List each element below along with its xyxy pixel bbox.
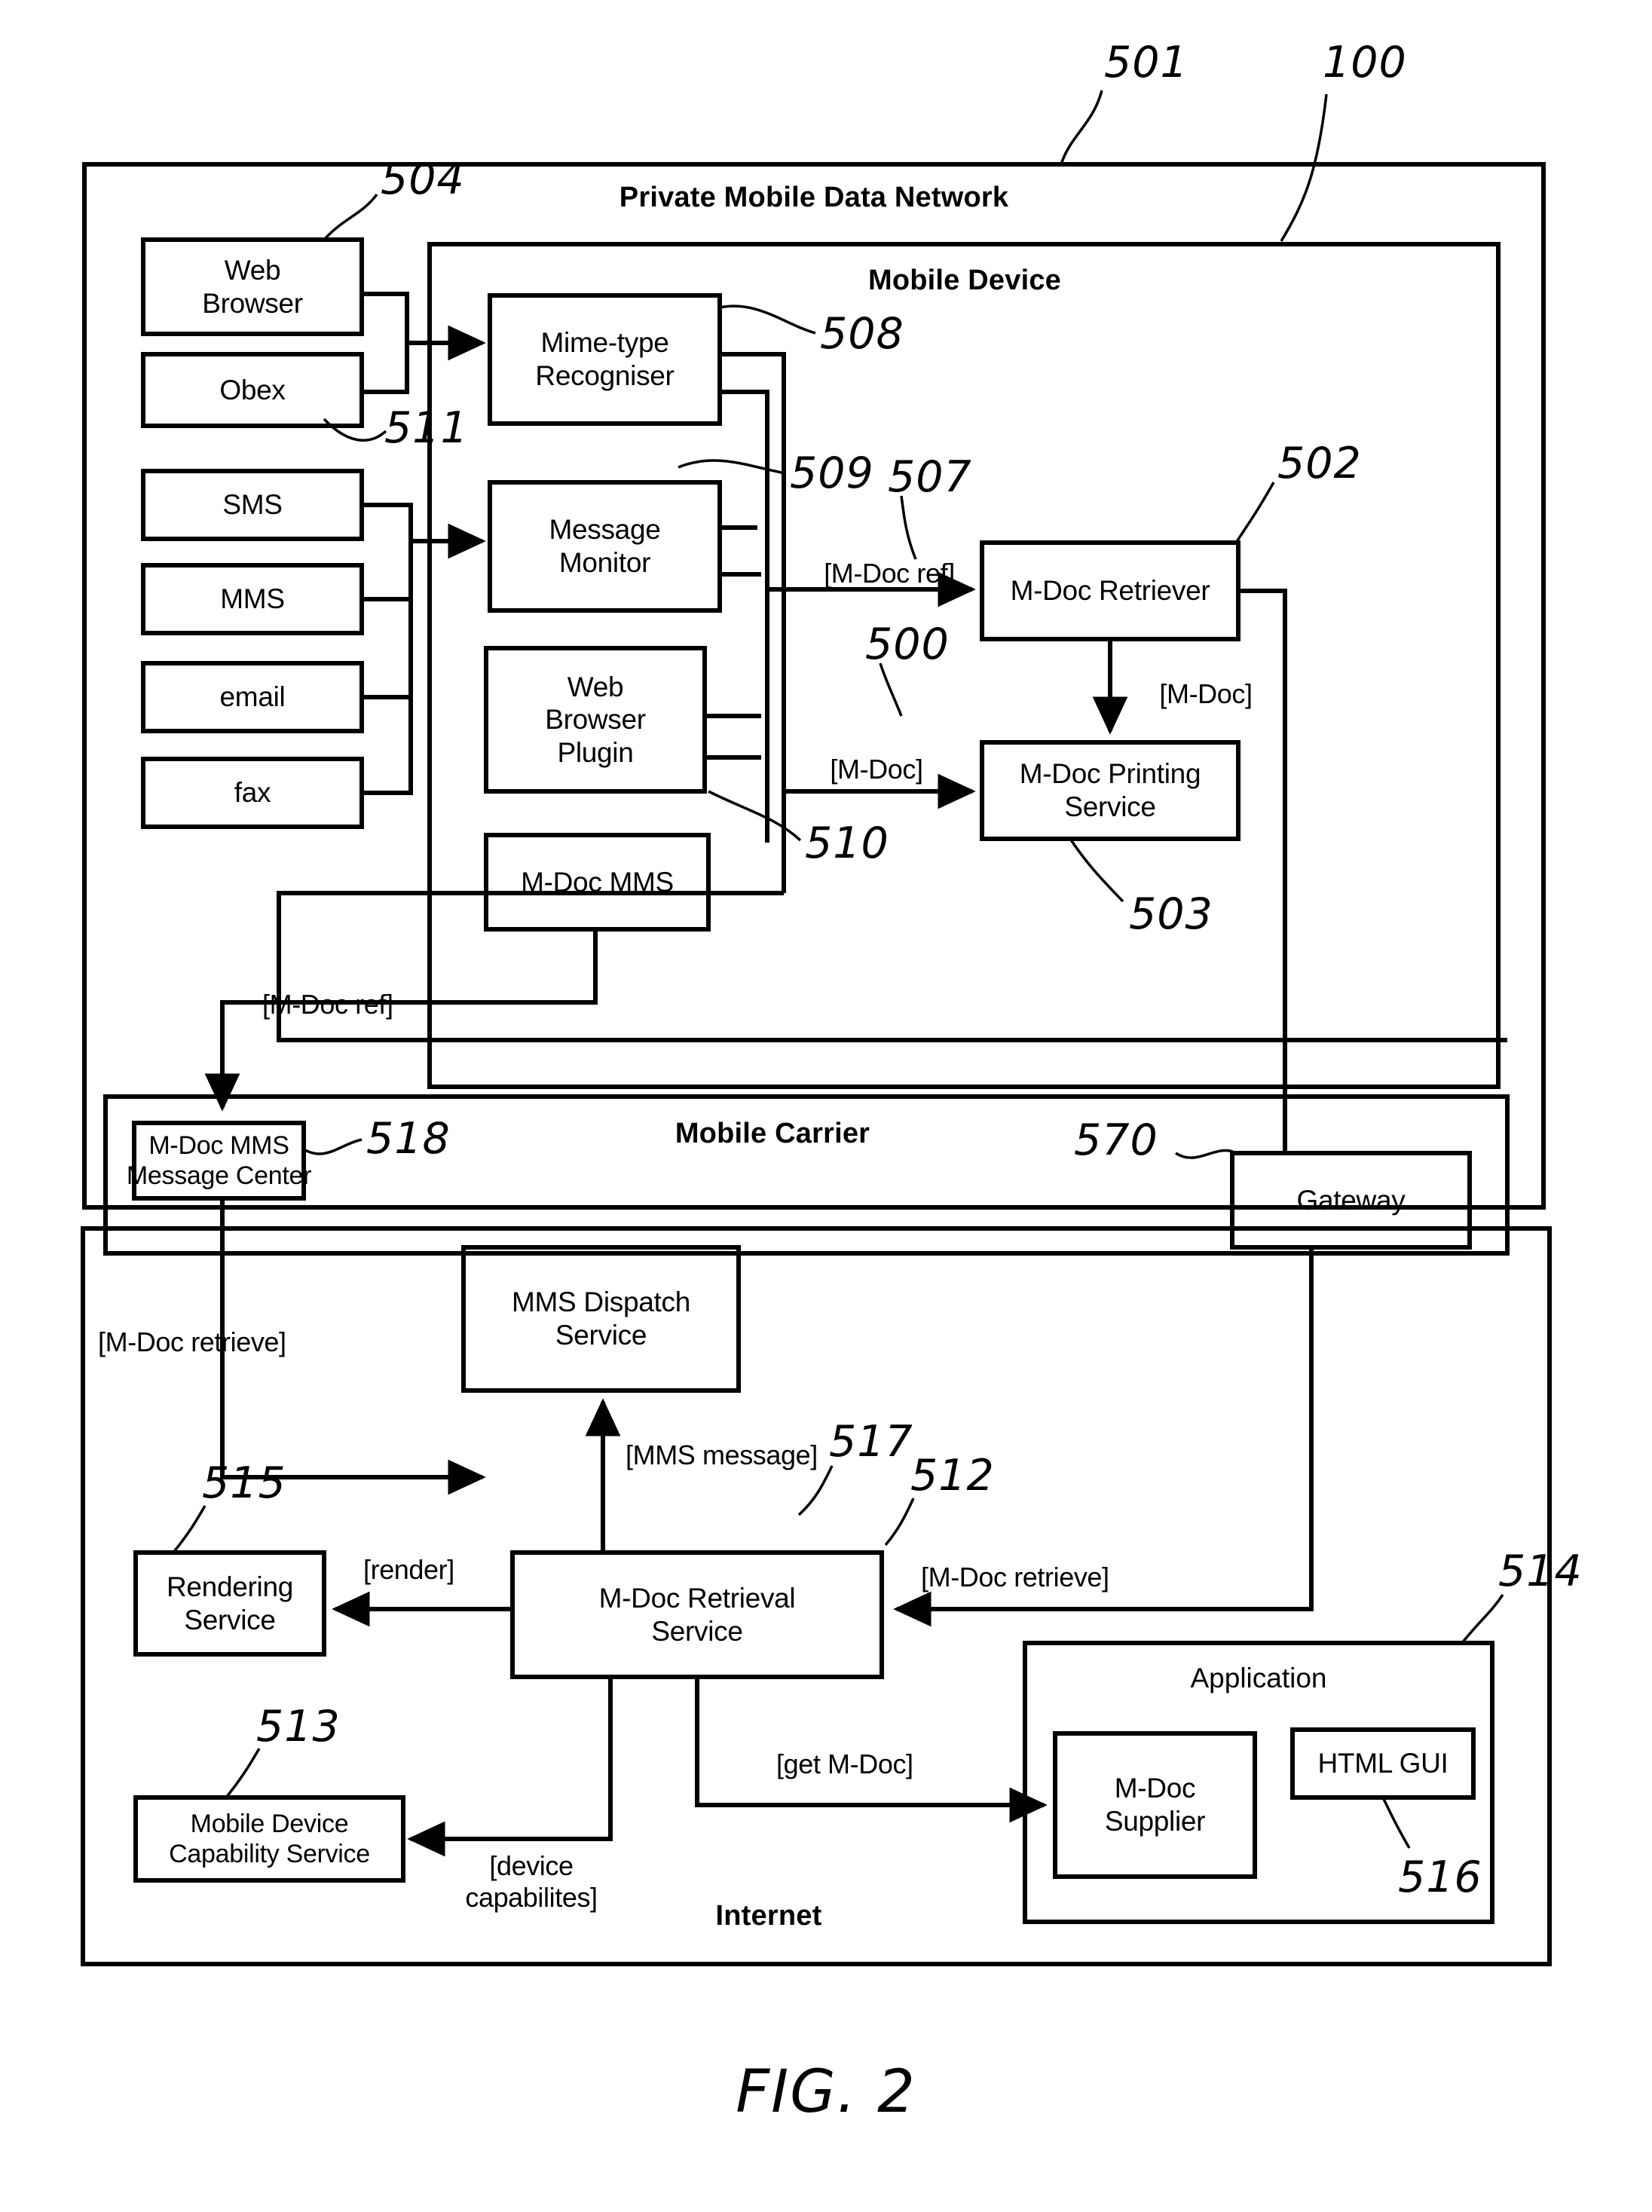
wire-retrieval-to-m-doc-supplier [695, 1677, 1048, 1823]
leader-501 [1060, 90, 1103, 165]
wire-bus-to-carrier-right [277, 891, 1507, 1042]
diagram-linework [81, 90, 1552, 1966]
leader-100 [1280, 93, 1328, 242]
box-rect-sms [141, 469, 364, 541]
box-rect-m-doc-retrieval-service [510, 1550, 884, 1679]
leader-502 [1234, 482, 1275, 543]
box-rect-m-doc-mms-message-center [132, 1121, 306, 1201]
leader-500 [879, 662, 903, 717]
leader-504 [323, 193, 378, 241]
leader-503 [1069, 838, 1124, 903]
wire-sms-fax-join [362, 503, 413, 795]
wire-mime-out-lower [720, 390, 769, 843]
leader-515 [172, 1505, 206, 1554]
box-rect-m-doc-retriever [980, 540, 1241, 641]
box-rect-m-doc-mms [484, 833, 711, 932]
leader-514 [1461, 1594, 1504, 1644]
box-rect-obex [141, 352, 364, 428]
leader-518 [303, 1138, 363, 1155]
leader-516 [1381, 1797, 1411, 1849]
zone-rect-private-mobile-data-network [82, 162, 1546, 1210]
box-rect-mms [141, 563, 364, 635]
box-rect-message-monitor [488, 480, 722, 613]
box-rect-web-browser-plugin [484, 646, 707, 794]
leader-510 [708, 790, 802, 842]
box-rect-mobile-device-capability-service [133, 1795, 405, 1883]
zone-rect-application [1023, 1641, 1494, 1924]
box-rect-web-browser [141, 237, 364, 336]
box-rect-email [141, 661, 364, 733]
box-rect-gateway [1230, 1151, 1472, 1250]
zone-rect-mobile-device [427, 242, 1501, 1089]
wire-browser-obex-join [362, 292, 409, 394]
zone-rect-internet [81, 1226, 1552, 1966]
patent-figure-page: Private Mobile Data Network Mobile Devic… [0, 0, 1652, 2212]
box-rect-fax [141, 757, 364, 829]
box-rect-m-doc-printing-service [980, 740, 1241, 841]
wire-retriever-to-gateway [1238, 589, 1287, 1153]
leader-517 [797, 1465, 834, 1516]
box-rect-m-doc-supplier [1053, 1731, 1257, 1879]
wire-retrieval-to-capability-service [407, 1677, 613, 1857]
wire-gateway-to-retrieval-service [893, 1247, 1314, 1627]
box-rect-mms-dispatch-service [461, 1245, 741, 1393]
leader-512 [884, 1498, 915, 1547]
wire-message-center-to-retrieval-service [220, 1198, 486, 1495]
leader-513 [225, 1748, 261, 1799]
box-rect-mime-type-recogniser [488, 293, 722, 426]
box-rect-rendering-service [133, 1550, 326, 1657]
leader-507 [900, 495, 917, 560]
leader-570 [1175, 1149, 1234, 1159]
leader-511 [323, 418, 387, 442]
box-rect-html-gui [1290, 1727, 1476, 1800]
leader-508 [719, 304, 816, 335]
